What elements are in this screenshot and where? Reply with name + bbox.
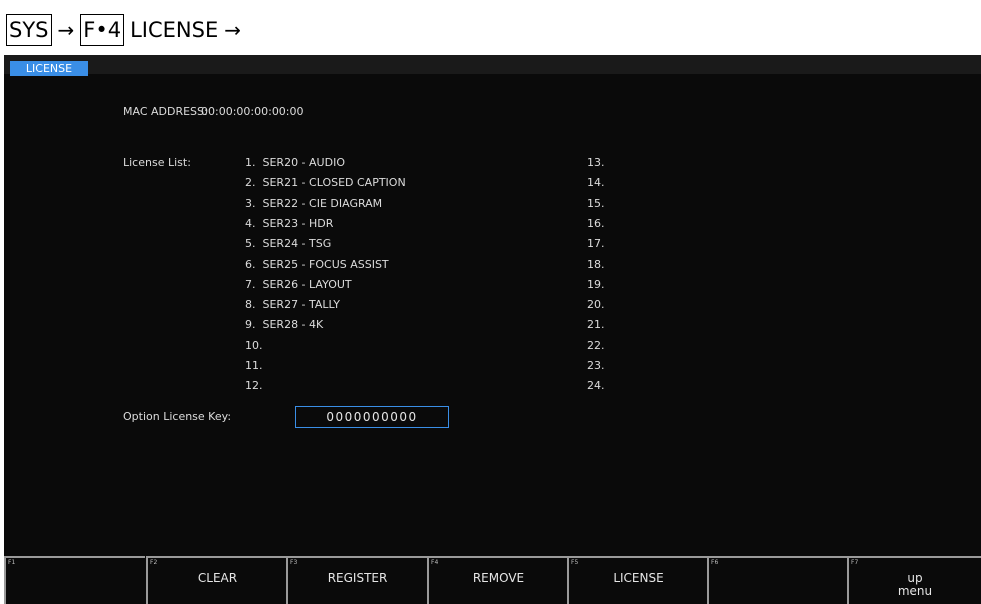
remove-button[interactable]: F4 REMOVE (427, 556, 568, 604)
f6-key[interactable]: F6 (707, 556, 848, 604)
fkey-label: CLEAR (197, 571, 238, 585)
license-list-item: 14. (587, 176, 605, 190)
license-list-item: 5. SER24 - TSG (245, 237, 332, 251)
fkey-number: F5 (571, 559, 579, 566)
license-list-item: 8. SER27 - TALLY (245, 298, 340, 312)
mac-address-value: 00:00:00:00:00:00 (201, 105, 304, 118)
license-list-item: 2. SER21 - CLOSED CAPTION (245, 176, 406, 190)
function-key-bar: F1 F2 CLEAR F3 REGISTER F4 REMOVE F5 LICENSE F6 F7… (4, 556, 981, 604)
mac-address-label: MAC ADDRESS: (123, 105, 208, 118)
license-list-item: 15. (587, 196, 605, 210)
license-list-item: 24. (587, 379, 605, 393)
fkey-number: F4 (431, 559, 439, 566)
license-list-item: 21. (587, 318, 605, 332)
fkey-label: up menu (897, 571, 933, 598)
license-list-item: 3. SER22 - CIE DIAGRAM (245, 196, 383, 210)
fkey-label: REMOVE (472, 571, 525, 585)
fkey-label: REGISTER (327, 571, 388, 585)
fkey-number: F1 (8, 559, 16, 566)
license-button[interactable]: F5 LICENSE (567, 556, 708, 604)
breadcrumb-arrow-icon: → (57, 18, 75, 42)
breadcrumb-arrow-icon: → (224, 18, 241, 42)
breadcrumb: SYS → F•4 LICENSE → (6, 10, 241, 50)
register-button[interactable]: F3 REGISTER (286, 556, 427, 604)
license-list-item: 17. (587, 237, 605, 251)
license-list-item: 1. SER20 - AUDIO (245, 156, 345, 169)
instrument-screen: LICENSE MAC ADDRESS: 00:00:00:00:00:00 L… (4, 55, 981, 604)
license-list-item: 10. (245, 338, 263, 352)
f1-key[interactable]: F1 (4, 556, 145, 604)
fkey-label: LICENSE (613, 571, 664, 585)
breadcrumb-license: LICENSE (130, 18, 219, 42)
fkey-number: F2 (150, 559, 158, 566)
tab-bar: LICENSE (4, 55, 981, 76)
license-list-item: 18. (587, 257, 605, 271)
license-list-item: 7. SER26 - LAYOUT (245, 277, 352, 291)
option-license-key-input[interactable]: 0000000000 (295, 406, 449, 428)
fkey-number: F6 (711, 559, 719, 566)
license-list-item: 6. SER25 - FOCUS ASSIST (245, 257, 389, 271)
license-list-item: 22. (587, 338, 605, 352)
tab-license[interactable]: LICENSE (10, 61, 88, 76)
license-list-item: 20. (587, 298, 605, 312)
license-list-item: 11. (245, 359, 263, 372)
license-list-item: 12. (245, 379, 263, 393)
fkey-number: F7 (851, 559, 859, 566)
license-list-item: 9. SER28 - 4K (245, 318, 324, 332)
license-list-item: 19. (587, 277, 605, 291)
license-list-item: 13. (587, 156, 605, 169)
fkey-number: F3 (290, 559, 298, 566)
breadcrumb-f4: F•4 (80, 14, 125, 46)
license-list-item: 23. (587, 359, 605, 372)
clear-button[interactable]: F2 CLEAR (146, 556, 287, 604)
breadcrumb-sys: SYS (6, 14, 52, 46)
license-list-label: License List: (123, 156, 191, 169)
option-license-key-label: Option License Key: (123, 410, 232, 423)
up-menu-button[interactable]: F7 up menu (847, 556, 981, 604)
license-list-item: 16. (587, 216, 605, 230)
license-list-item: 4. SER23 - HDR (245, 216, 334, 230)
